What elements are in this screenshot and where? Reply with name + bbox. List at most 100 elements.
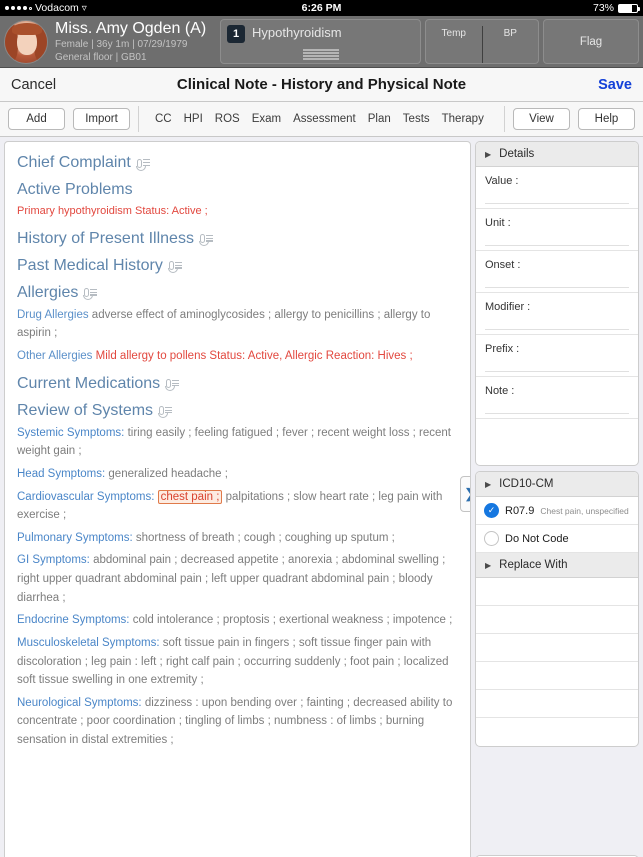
- tab-assessment[interactable]: Assessment: [293, 113, 356, 125]
- ros-label: Pulmonary Symptoms:: [17, 531, 133, 544]
- detail-field-label: Onset :: [485, 259, 521, 271]
- ros-row[interactable]: Neurological Symptoms: dizziness : upon …: [17, 694, 458, 750]
- detail-field-input[interactable]: [485, 191, 629, 204]
- section-chief-complaint-label: Chief Complaint: [17, 154, 131, 171]
- detail-field-input[interactable]: [485, 359, 629, 372]
- chevron-right-icon: ▶: [485, 149, 492, 159]
- ros-row[interactable]: Musculoskeletal Symptoms: soft tissue pa…: [17, 634, 458, 690]
- view-button[interactable]: View: [513, 108, 570, 130]
- details-card: ▶ Details Value : Unit : Onset : Modifie…: [475, 141, 639, 466]
- detail-field-modifier[interactable]: Modifier :: [476, 293, 638, 335]
- ros-row[interactable]: Head Symptoms: generalized headache ;: [17, 465, 458, 484]
- page-title: Clinical Note - History and Physical Not…: [176, 76, 467, 93]
- detail-field-label: Value :: [485, 175, 519, 187]
- ros-row[interactable]: Endocrine Symptoms: cold intolerance ; p…: [17, 611, 458, 630]
- problem-badge: 1: [227, 25, 245, 43]
- ios-status-bar: Vodacom ▿ 6:26 PM 73%: [0, 0, 643, 16]
- tab-cc[interactable]: CC: [155, 113, 172, 125]
- detail-field-input[interactable]: [485, 275, 629, 288]
- problem-tile[interactable]: 1 Hypothyroidism: [220, 19, 421, 64]
- ros-row[interactable]: GI Symptoms: abdominal pain ; decreased …: [17, 551, 458, 607]
- add-button[interactable]: Add: [8, 108, 65, 130]
- tab-hpi[interactable]: HPI: [184, 113, 203, 125]
- detail-field-prefix[interactable]: Prefix :: [476, 335, 638, 377]
- ros-row[interactable]: Cardiovascular Symptoms: chest pain ; pa…: [17, 488, 458, 525]
- editor-body: Chief Complaint Active Problems Primary …: [0, 137, 643, 857]
- dictation-mic-icon[interactable]: [198, 234, 213, 247]
- icd-blank-row[interactable]: [476, 606, 638, 634]
- details-header[interactable]: ▶ Details: [476, 142, 638, 167]
- ros-row[interactable]: Pulmonary Symptoms: shortness of breath …: [17, 529, 458, 548]
- section-review-of-systems[interactable]: Review of Systems: [17, 402, 458, 420]
- dictation-mic-icon[interactable]: [157, 406, 173, 419]
- ros-label: GI Symptoms:: [17, 554, 90, 567]
- icd-blank-row[interactable]: [476, 690, 638, 718]
- detail-field-input[interactable]: [485, 401, 629, 414]
- other-allergies-row[interactable]: Other Allergies Mild allergy to pollens …: [17, 347, 458, 366]
- vitals-tile[interactable]: Temp BP: [425, 19, 539, 64]
- do-not-code-option[interactable]: Do Not Code: [476, 525, 638, 553]
- dictation-mic-icon[interactable]: [135, 158, 150, 171]
- section-active-problems[interactable]: Active Problems: [17, 181, 458, 199]
- clinical-note-document[interactable]: Chief Complaint Active Problems Primary …: [4, 141, 471, 857]
- detail-field-onset[interactable]: Onset :: [476, 251, 638, 293]
- selected-finding-chest-pain[interactable]: chest pain ;: [157, 489, 223, 504]
- tab-tests[interactable]: Tests: [403, 113, 430, 125]
- section-tabs: CC HPI ROS Exam Assessment Plan Tests Th…: [147, 113, 496, 125]
- dictation-mic-icon[interactable]: [164, 379, 180, 392]
- icd-blank-row[interactable]: [476, 634, 638, 662]
- tab-plan[interactable]: Plan: [368, 113, 391, 125]
- ros-label: Systemic Symptoms:: [17, 426, 125, 439]
- tab-ros[interactable]: ROS: [215, 113, 240, 125]
- replace-with-label: Replace With: [499, 559, 568, 571]
- section-allergies[interactable]: Allergies: [17, 284, 458, 302]
- section-active-problems-label: Active Problems: [17, 181, 133, 198]
- section-chief-complaint[interactable]: Chief Complaint: [17, 154, 458, 172]
- section-past-medical-history[interactable]: Past Medical History: [17, 257, 458, 275]
- ros-row[interactable]: Systemic Symptoms: tiring easily ; feeli…: [17, 424, 458, 461]
- dictation-mic-icon[interactable]: [83, 288, 98, 301]
- tab-exam[interactable]: Exam: [252, 113, 281, 125]
- patient-avatar: [4, 19, 48, 64]
- patient-location: General floor | GB01: [55, 51, 147, 63]
- icd-blank-row[interactable]: [476, 718, 638, 746]
- vital-bp-label: BP: [503, 28, 517, 39]
- tab-therapy[interactable]: Therapy: [442, 113, 484, 125]
- detail-field-unit[interactable]: Unit :: [476, 209, 638, 251]
- section-hpi[interactable]: History of Present Illness: [17, 230, 458, 248]
- import-button[interactable]: Import: [73, 108, 130, 130]
- flag-button[interactable]: Flag: [543, 19, 639, 64]
- save-button[interactable]: Save: [598, 77, 632, 93]
- trend-lines-icon: [302, 49, 339, 61]
- icd-header[interactable]: ▶ ICD10-CM: [476, 472, 638, 497]
- ros-label: Head Symptoms:: [17, 467, 106, 480]
- active-problems-value[interactable]: Primary hypothyroidism Status: Active ;: [17, 203, 458, 221]
- vital-temp-label: Temp: [441, 28, 466, 39]
- cancel-button[interactable]: Cancel: [11, 77, 56, 93]
- icd-card: ▶ ICD10-CM ✓ R07.9 Chest pain, unspecifi…: [475, 471, 639, 747]
- icd-blank-row[interactable]: [476, 662, 638, 690]
- help-button[interactable]: Help: [578, 108, 635, 130]
- dictation-mic-icon[interactable]: [167, 261, 182, 274]
- detail-field-value[interactable]: Value :: [476, 167, 638, 209]
- chevron-right-icon[interactable]: ❯: [460, 476, 470, 512]
- patient-name: Miss. Amy Ogden (A): [55, 19, 207, 37]
- patient-summary[interactable]: Miss. Amy Ogden (A) Female | 36y 1m | 07…: [4, 19, 216, 64]
- navigation-bar: Cancel Clinical Note - History and Physi…: [0, 68, 643, 102]
- detail-blank-row: [476, 419, 638, 465]
- ros-value: generalized headache ;: [108, 467, 228, 480]
- icd-code-option[interactable]: ✓ R07.9 Chest pain, unspecified: [476, 497, 638, 525]
- detail-field-input[interactable]: [485, 233, 629, 246]
- replace-with-header[interactable]: ▶ Replace With: [476, 553, 638, 578]
- icd-blank-row[interactable]: [476, 578, 638, 606]
- details-header-label: Details: [499, 148, 535, 160]
- details-sidebar: ▶ Details Value : Unit : Onset : Modifie…: [475, 141, 639, 857]
- editor-toolbar: Add Import CC HPI ROS Exam Assessment Pl…: [0, 102, 643, 137]
- patient-text-block: Miss. Amy Ogden (A) Female | 36y 1m | 07…: [55, 20, 206, 63]
- section-current-medications[interactable]: Current Medications: [17, 375, 458, 393]
- detail-field-note[interactable]: Note :: [476, 377, 638, 419]
- toolbar-divider-left: [138, 106, 139, 132]
- patient-header: Miss. Amy Ogden (A) Female | 36y 1m | 07…: [0, 16, 643, 68]
- drug-allergies-row[interactable]: Drug Allergies adverse effect of aminogl…: [17, 306, 458, 343]
- detail-field-input[interactable]: [485, 317, 629, 330]
